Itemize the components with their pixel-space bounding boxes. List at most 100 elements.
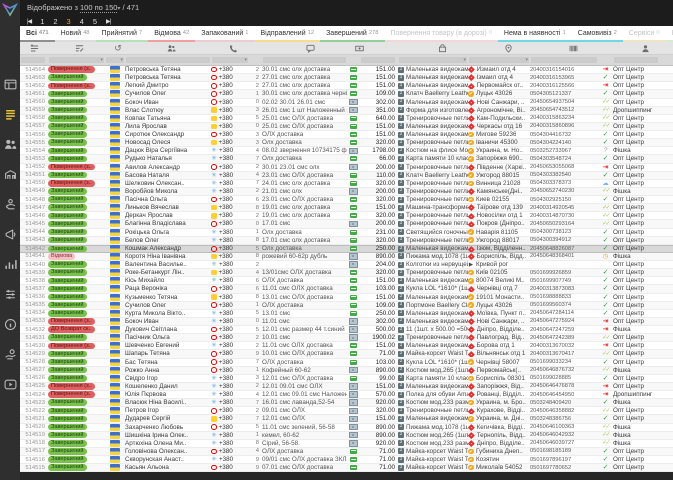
table-row[interactable]: 514527 Завершений Рожко Анна +380 1 Кофейный … [20,366,673,375]
status-badge[interactable]: Завершений [48,423,87,431]
status-badge[interactable]: Завершений [48,98,87,106]
table-row[interactable]: 514543Завершений Белов Олег +380 817.01 смс… [20,236,673,245]
table-row[interactable]: 514562 Повернення (з.. Легкий Дмитро +380 2 2… [20,82,673,91]
page-button-5[interactable]: 5 [93,17,97,26]
product-cell[interactable]: 1Маленькая видеокамера SQ8 *.. [398,415,468,422]
product-cell[interactable]: 1Маленькая видеокамера SQ8 *.. [398,99,468,106]
phone-cell[interactable]: +380 [211,245,249,252]
status-badge[interactable]: Завершений [48,204,87,211]
phone-cell[interactable]: +380 [211,407,249,414]
table-row[interactable]: 514542 Завершений Кошмак Александр +380 5 Олх… [20,244,673,253]
clients-icon[interactable] [128,44,214,53]
chevron-down-icon[interactable]: ▾ [100,57,103,63]
status-badge[interactable]: Завершений [48,106,87,114]
tab-Новий[interactable]: Новий 48 [54,26,96,42]
delivery-cell[interactable]: Козятин [468,456,530,463]
product-cell[interactable]: 1Костюм мод.233 разм.48-58 (1.. [398,399,468,406]
table-row[interactable]: 514525Повернення (з.. Кошеленко Данил +380… [20,382,673,391]
phone-cell[interactable]: +380 [211,180,249,187]
product-cell[interactable]: 1Маленькая видеокамера SQ8 *.. [398,66,468,73]
sidebar-item-clients-icon[interactable] [4,138,17,151]
phone-cell[interactable]: +380 [211,204,249,211]
product-cell[interactable]: 1Маленькая видеокамера SQ8 *.. [398,383,468,390]
delivery-cell[interactable]: Кам-Подильски.. [468,115,530,122]
phone-cell[interactable]: +380 [211,147,249,154]
delivery-cell[interactable]: Таїрове отд 139 [468,204,530,211]
manager-icon[interactable] [622,44,668,53]
table-row[interactable]: 514563 Завершений Петровська Тетяна +380 2 27… [20,74,673,83]
phone-cell[interactable]: +380 [211,229,249,236]
delivery-cell[interactable]: Бориспіль, Відд.. [468,253,530,260]
delivery-cell[interactable]: Ужгород 88017 [468,237,530,244]
delivery-cell[interactable]: Агрономічне, Ві.. [468,107,530,114]
delivery-cell[interactable]: Запоріжжя 690.. [468,155,530,162]
delivery-cell[interactable]: Украина, м. Дні.. [468,415,530,422]
filter-input-amount[interactable] [361,57,395,63]
filter-input-product[interactable]: ▾ [399,57,467,63]
phone-cell[interactable]: +380 [211,115,249,122]
delivery-cell[interactable]: Украина, м. Но.. [468,147,530,154]
turns-icon[interactable]: ↺ [108,44,128,53]
table-row[interactable]: 514524Повернення (з..Юлія Пєрвова+380412… [20,391,673,400]
status-badge[interactable]: Завершений [48,188,87,195]
tab-Сервіси[interactable]: Сервіси 0 [622,26,666,42]
product-cell[interactable]: 1Тренировочные петли TRX Train.. [398,115,468,122]
table-row[interactable]: 514539 Завершений Роке-Бетанкурт Лін.. +380… [20,269,673,278]
status-badge[interactable]: Завершений [48,456,87,463]
product-cell[interactable]: 1Костюм мод.265 (1шт. х 890.00 .. [398,432,468,439]
product-cell[interactable]: 1Тренировочные петли TRX Train.. [398,269,468,276]
chevron-down-icon[interactable]: ▾ [120,57,123,63]
delivery-cell[interactable]: Измаил отд 4 [468,66,530,73]
status-badge[interactable]: Повернення (з.. [48,391,95,398]
product-cell[interactable]: 1Форма для изготовления садов.. [398,107,468,114]
status-badge[interactable]: Завершений [48,269,87,276]
table-row[interactable]: 514538Завершений Кісь Михайло +380 6ОЛХ дос… [20,277,673,286]
phone-cell[interactable]: +380 [211,139,249,146]
page-button-3[interactable]: 3 [67,17,71,26]
page-button-1[interactable]: 1 [40,17,44,26]
table-row[interactable]: 514558 Завершений Ковпак Татьяна +380 5 25.01… [20,114,673,123]
product-cell[interactable]: 1Тренировочные петли TRX Train.. [398,188,468,195]
status-badge[interactable]: Завершений [48,334,87,341]
delivery-cell[interactable]: Киев 02155 [468,196,530,203]
product-cell[interactable]: 1Майка-корсет Waist Trainer *142.. [398,350,468,357]
table-row[interactable]: 514529 Завершений Шапарь Тетяна +380 9 10.01 … [20,350,673,359]
product-cell[interactable]: 1Клатч Baellerry Leather *1487* (1.. [398,172,468,179]
phone-cell[interactable]: +380 [211,269,249,276]
phone-cell[interactable]: +380 [211,107,249,114]
status-badge[interactable]: Завершений [48,212,87,220]
product-cell[interactable]: 1Майка-корсет Waist Trainer *142.. [398,448,468,455]
table-row[interactable]: 514537 Завершений Раца Вероніка +380 6 11.01 … [20,285,673,294]
phone-cell[interactable]: +380 [211,74,249,81]
filter-input-delivery[interactable]: ▾ [469,57,529,63]
status-badge[interactable]: Завершений [48,123,87,130]
phone-cell[interactable]: +380 [211,172,249,179]
delivery-cell[interactable]: Дніпро, Відділе.. [468,440,530,447]
tab-Запакований[interactable]: Запакований 1 [195,26,255,42]
table-row[interactable]: 514551Завершений Басова Наталя +380 423.01 … [20,171,673,180]
phone-cell[interactable]: +380 [211,261,249,268]
phone-cell[interactable]: +380 [211,188,249,195]
product-cell[interactable]: 1Костюм мод.233 разм.48-58 (1.. [398,440,468,447]
delivery-cell[interactable]: Камянське(Дні.. [468,188,530,195]
status-badge[interactable]: Повернення (з.. [48,342,95,350]
product-cell[interactable]: 1Тренировочные петли TRX Train.. [398,334,468,341]
table-row[interactable]: 514559 Завершений Влас Слотюу +380 3 26.01 см… [20,106,673,115]
status-badge[interactable]: Повернення (з.. [48,66,95,73]
tab-Відправлений[interactable]: Відправлений 12 [254,26,321,42]
tab-Повернення товару (в дорозі)[interactable]: Повернення товару (в дорозі) 0 [384,26,498,42]
product-cell[interactable]: 1Карта памяти 10 класс - 8Гб *12.. [398,155,468,162]
table-row[interactable]: 514535 Завершений Сучилов Олег +380 1 ОЛХ дос… [20,301,673,310]
table-row[interactable]: 514545 Завершений Благінна Владіслава +380 0… [20,220,673,229]
chevron-down-icon[interactable]: ▾ [117,6,120,12]
first-page-button[interactable]: |◀ [27,18,32,25]
status-badge[interactable]: Завершений [48,245,87,253]
table-row[interactable]: 514517 Завершений Головінова Олексан.. +380… [20,447,673,456]
delivery-cell[interactable]: Рованці, Відділ.. [468,391,530,398]
product-cell[interactable]: 1Полка для обуви Amazing Shoe .. [398,391,468,398]
table-row[interactable]: 514549Завершений Воробйов Микола +380 221.0… [20,187,673,196]
product-cell[interactable]: 1Маленькая видеокамера SQ8 *.. [398,245,468,252]
status-badge[interactable]: Завершений [48,90,87,98]
product-cell[interactable]: 1Тренировочные петли TRX Train.. [398,196,468,203]
page-button-4[interactable]: 4 [80,17,84,26]
